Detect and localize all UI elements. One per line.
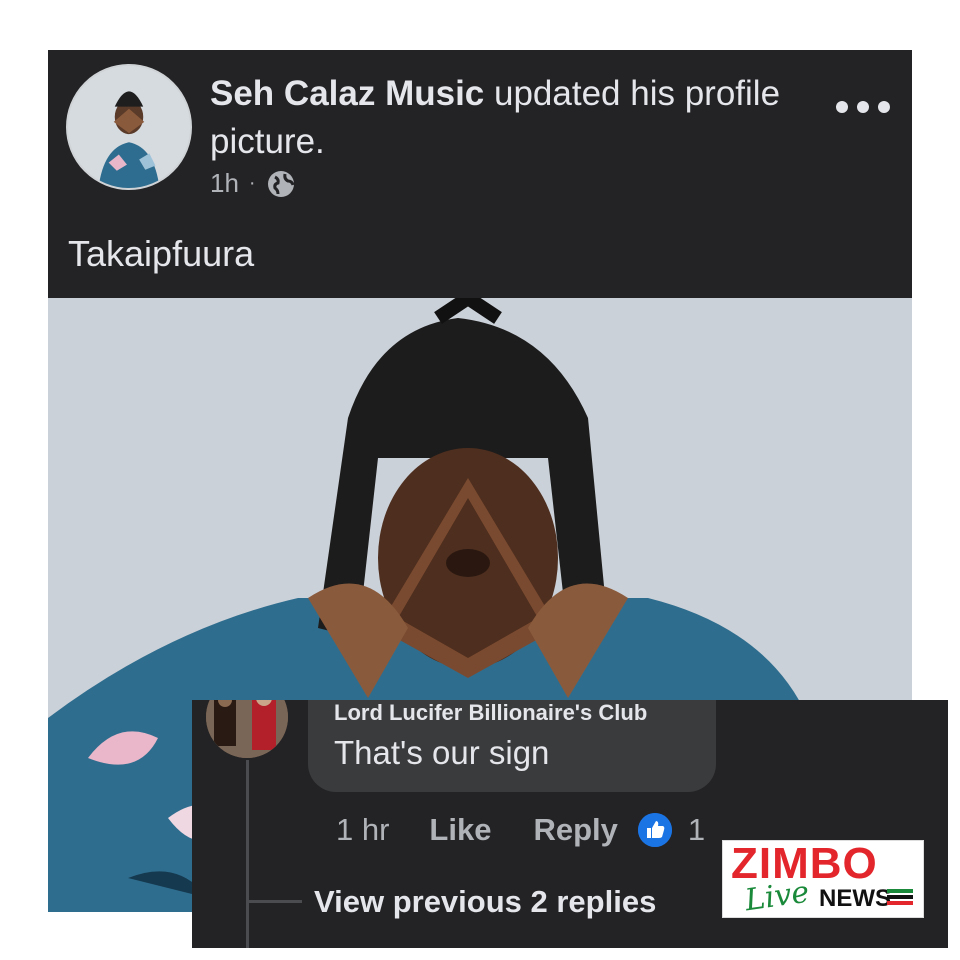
thread-branch [246, 900, 302, 903]
more-dot [836, 101, 848, 113]
profile-avatar[interactable] [66, 64, 192, 190]
author-name[interactable]: Seh Calaz Music [210, 74, 484, 113]
logo-brand-live: Live [742, 874, 812, 919]
more-dot [878, 101, 890, 113]
globe-icon[interactable] [266, 169, 296, 199]
post-meta: 1h · [210, 168, 296, 199]
reply-button[interactable]: Reply [533, 812, 617, 848]
comment-actions: 1 hr Like Reply 1 [336, 812, 705, 848]
comment-time[interactable]: 1 hr [336, 812, 389, 848]
logo-flag-stripes [887, 889, 913, 907]
more-options-icon[interactable] [836, 92, 890, 122]
like-button[interactable]: Like [429, 812, 491, 848]
post-header: Seh Calaz Music updated his profile pict… [210, 70, 810, 166]
view-previous-replies-link[interactable]: View previous 2 replies [314, 884, 656, 920]
post-caption: Takaipfuura [68, 233, 255, 274]
meta-separator: · [248, 172, 256, 194]
thread-line [246, 760, 249, 948]
commenter-name[interactable]: Lord Lucifer Billionaire's Club [334, 700, 647, 726]
reaction-count[interactable]: 1 [688, 812, 705, 848]
comment-text: That's our sign [334, 734, 550, 771]
post-card: Seh Calaz Music updated his profile pict… [48, 50, 912, 298]
commenter-avatar[interactable] [206, 700, 288, 758]
logo-brand-news: NEWS [819, 885, 891, 912]
post-time[interactable]: 1h [210, 168, 239, 199]
zimbo-live-news-logo: ZIMBO Live NEWS [722, 839, 924, 919]
like-reaction-icon[interactable] [637, 813, 672, 847]
more-dot [857, 101, 869, 113]
